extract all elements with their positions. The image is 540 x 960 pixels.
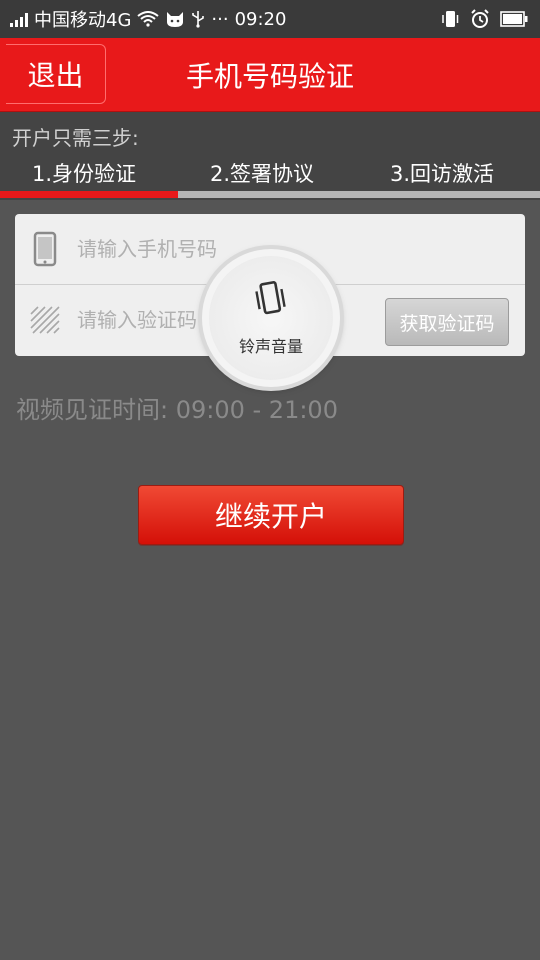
get-code-button[interactable]: 获取验证码 <box>385 298 509 346</box>
vibrate-icon <box>251 279 291 323</box>
step-agreement: 2.签署协议 <box>210 162 315 186</box>
step-identity: 1.身份验证 <box>32 162 137 186</box>
steps-progress-fill <box>0 191 179 198</box>
continue-opening-button[interactable]: 继续开户 <box>138 485 404 545</box>
back-button[interactable]: 退出 <box>6 44 106 104</box>
battery-icon <box>500 11 528 27</box>
code-icon <box>15 306 75 334</box>
steps-heading: 开户只需三步: <box>12 126 139 150</box>
vibrate-status-icon <box>440 10 460 28</box>
cat-notification-icon <box>165 10 185 28</box>
video-verification-time: 视频见证时间: 09:00 - 21:00 <box>16 396 338 424</box>
phone-icon <box>15 231 75 267</box>
volume-label: 铃声音量 <box>238 337 303 356</box>
status-time: 09:20 <box>234 8 287 30</box>
alarm-icon <box>470 9 490 29</box>
step-activation: 3.回访激活 <box>390 162 495 186</box>
usb-icon <box>191 10 205 28</box>
steps-panel: 开户只需三步: 1.身份验证 2.签署协议 3.回访激活 <box>0 112 540 200</box>
status-bar: 中国移动4G ··· 09:20 <box>0 0 540 38</box>
steps-progress-bar <box>0 191 540 198</box>
more-notifications-icon: ··· <box>211 8 229 30</box>
signal-icon <box>10 11 28 27</box>
app-header: 手机号码验证 退出 <box>0 38 540 112</box>
phone-input[interactable] <box>75 236 379 262</box>
wifi-icon <box>137 11 160 27</box>
volume-overlay-inner: 铃声音量 <box>209 256 333 380</box>
carrier-label: 中国移动4G <box>34 10 132 31</box>
ringtone-volume-overlay: 铃声音量 <box>202 249 340 387</box>
